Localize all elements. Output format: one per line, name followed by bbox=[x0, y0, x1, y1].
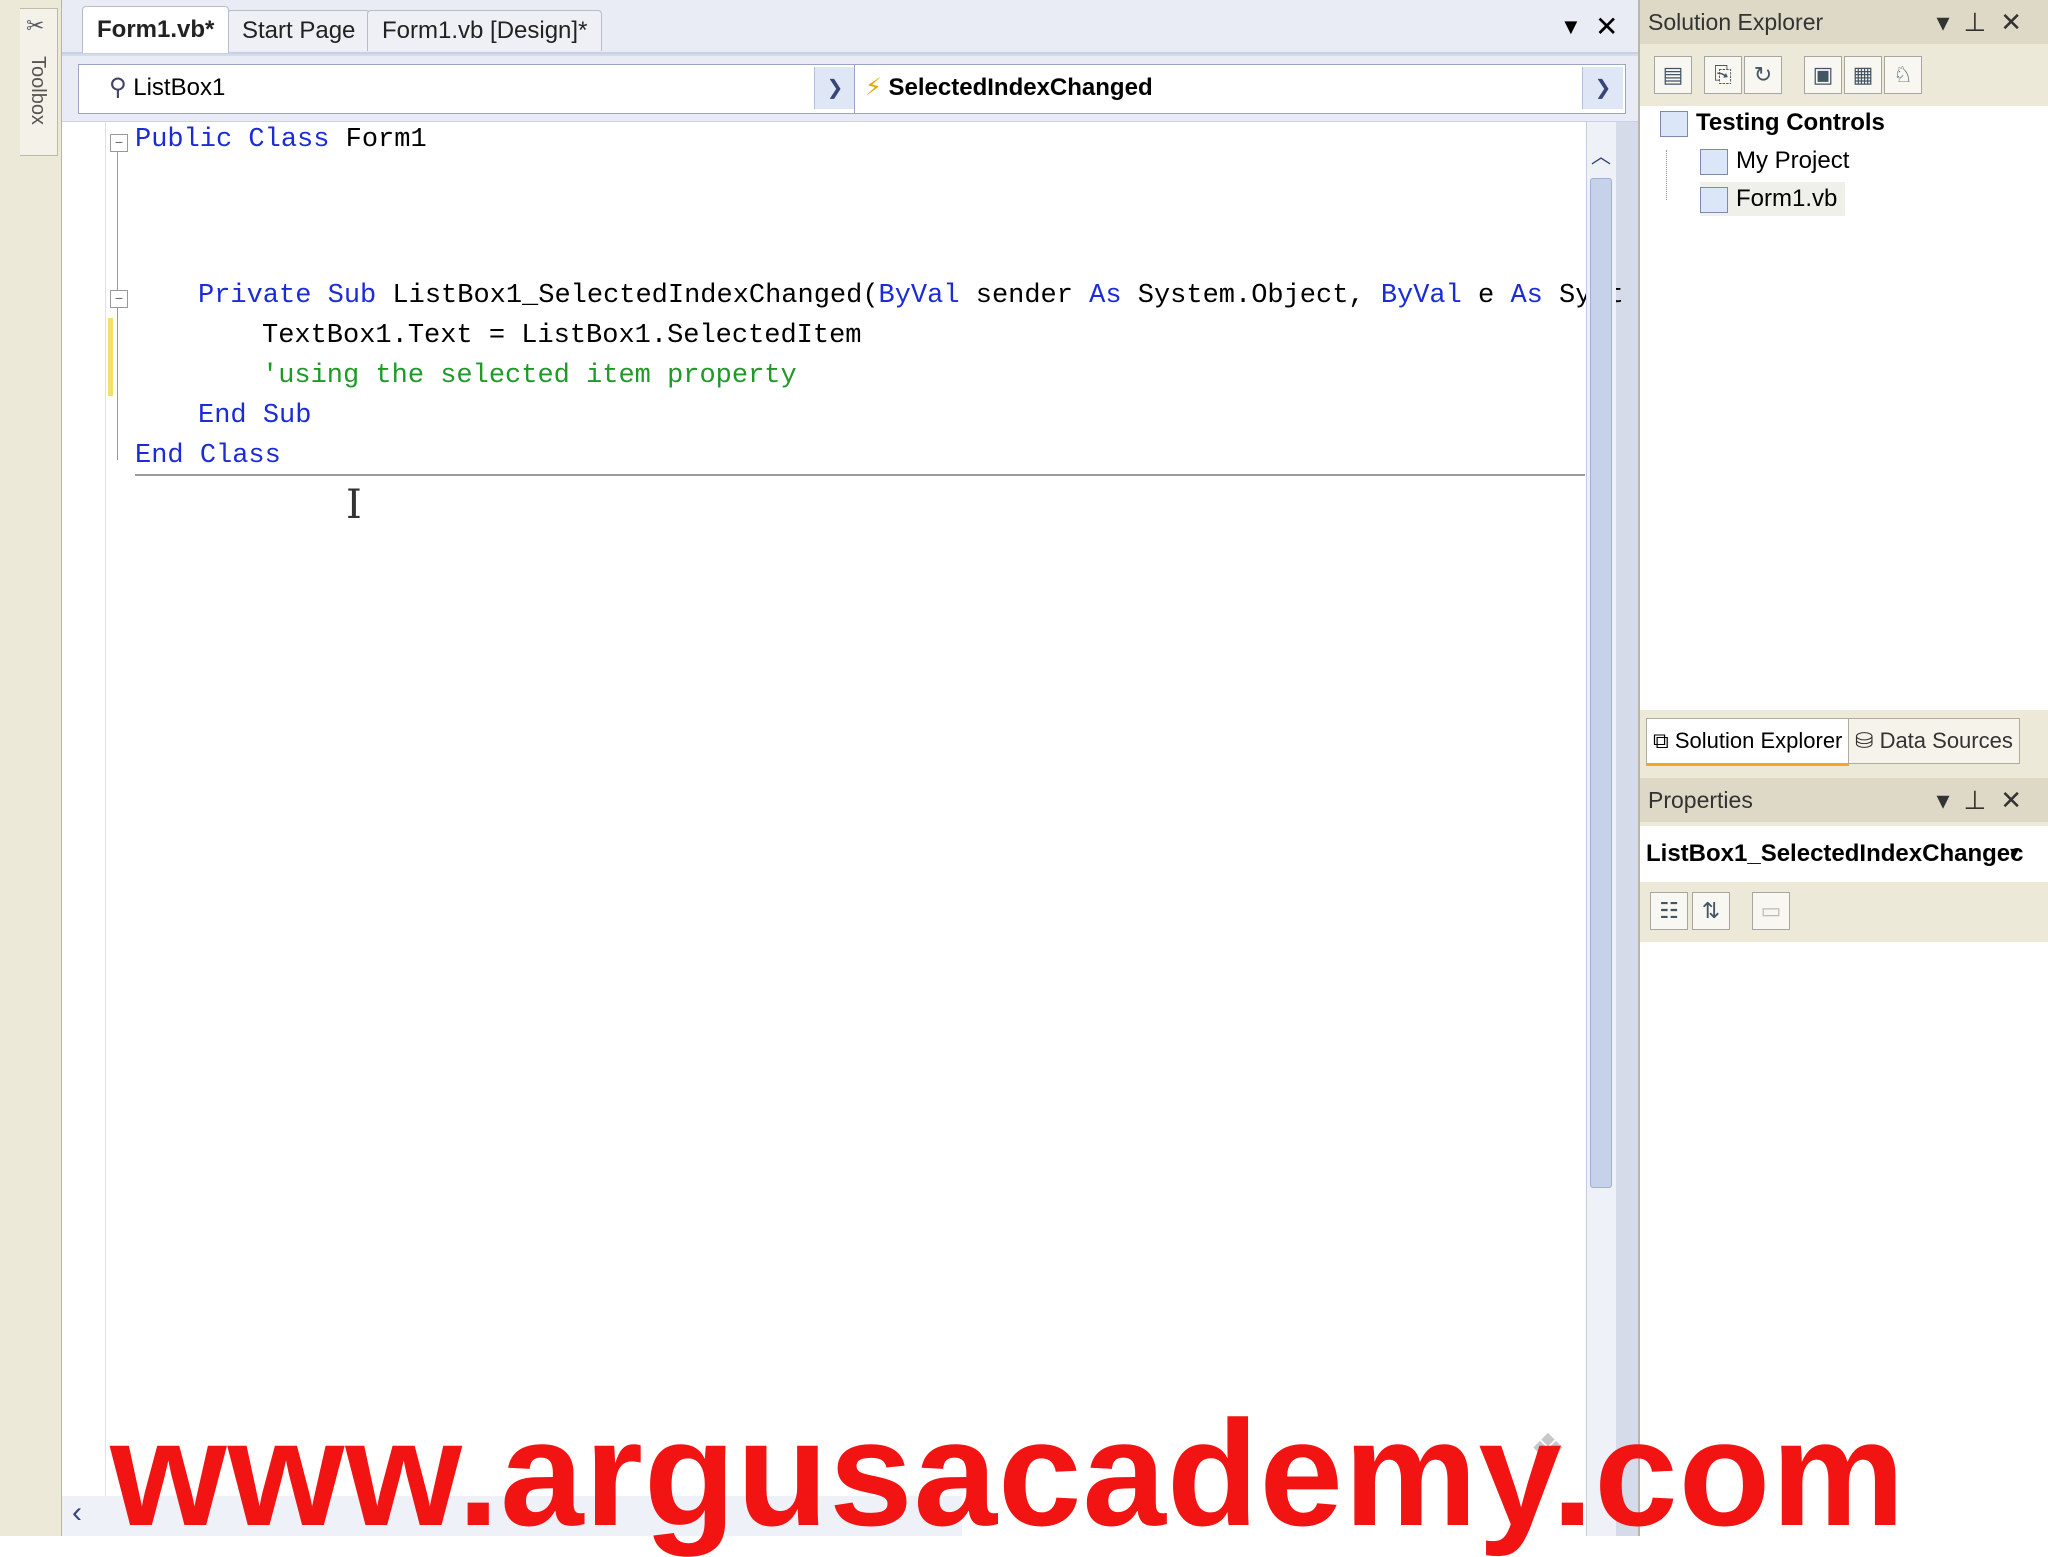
tree-line bbox=[1666, 150, 1668, 200]
close-icon[interactable]: ✕ bbox=[2000, 7, 2036, 37]
data-sources-icon: ⛁ bbox=[1855, 728, 1874, 753]
toolbox-strip bbox=[0, 0, 62, 1536]
pin-icon[interactable]: ⊥ bbox=[1964, 7, 2001, 37]
solution-explorer-icon: ⧉ bbox=[1653, 728, 1669, 753]
class-view-icon[interactable]: ♘ bbox=[1884, 56, 1922, 94]
chevron-down-icon[interactable]: ❯ bbox=[814, 67, 855, 109]
properties-object-selector[interactable]: ListBox1_SelectedIndexChangec bbox=[1640, 826, 2048, 882]
properties-icon[interactable]: ▤ bbox=[1654, 56, 1692, 94]
chevron-down-icon[interactable]: ❯ bbox=[1582, 67, 1623, 109]
event-combo-value: SelectedIndexChanged bbox=[888, 74, 1153, 101]
scroll-up-icon[interactable]: ︿ bbox=[1586, 140, 1616, 174]
my-project-icon bbox=[1700, 148, 1728, 175]
tree-root[interactable]: Testing Controls bbox=[1660, 106, 1885, 140]
tab-start-page[interactable]: Start Page bbox=[227, 10, 371, 51]
solution-explorer-toolbar: ▤ ⎘ ↻ ▣ ▦ ♘ bbox=[1640, 46, 2048, 106]
view-designer-icon[interactable]: ▦ bbox=[1844, 56, 1882, 94]
pin-icon[interactable]: ⊥ bbox=[1964, 785, 2001, 815]
dropdown-icon[interactable]: ▾ bbox=[1936, 785, 1963, 815]
scroll-left-icon[interactable]: ‹ bbox=[72, 1496, 82, 1530]
navigation-bar: ⚲ ListBox1 ❯ ⚡ SelectedIndexChanged ❯ bbox=[62, 56, 1638, 122]
tree-item-my-project[interactable]: My Project bbox=[1700, 144, 1849, 178]
scrollbar-thumb[interactable] bbox=[1590, 178, 1612, 1188]
view-code-icon[interactable]: ▣ bbox=[1804, 56, 1842, 94]
project-icon bbox=[1660, 110, 1688, 137]
properties-title: Properties bbox=[1648, 787, 1753, 813]
object-combo-value: ListBox1 bbox=[133, 74, 226, 101]
lightning-icon: ⚡ bbox=[865, 74, 882, 101]
chevron-down-icon[interactable]: ▾ bbox=[2010, 842, 2019, 863]
toolbox-label: Toolbox bbox=[27, 56, 49, 125]
toolbox-icon: ✂ bbox=[26, 13, 45, 38]
control-icon: ⚲ bbox=[109, 74, 127, 101]
solution-explorer-tabs: ⧉ Solution Explorer ⛁ Data Sources bbox=[1640, 712, 2048, 770]
tab-solution-explorer[interactable]: ⧉ Solution Explorer bbox=[1646, 718, 1850, 766]
change-indicator bbox=[108, 318, 113, 396]
property-pages-icon[interactable]: ▭ bbox=[1752, 892, 1790, 930]
editor-margin bbox=[62, 122, 106, 1536]
tab-dropdown-icon[interactable]: ▼ bbox=[1560, 14, 1582, 40]
categorized-icon[interactable]: ☷ bbox=[1650, 892, 1688, 930]
refresh-icon[interactable]: ↻ bbox=[1744, 56, 1782, 94]
solution-explorer-header: Solution Explorer ▾⊥✕ bbox=[1640, 0, 2048, 44]
end-of-code-rule bbox=[135, 474, 1585, 476]
form-file-icon bbox=[1700, 186, 1728, 213]
properties-toolbar: ☷ ⇅ ▭ bbox=[1640, 882, 2048, 942]
tab-form1-vb[interactable]: Form1.vb* bbox=[82, 6, 230, 53]
collapse-icon[interactable]: − bbox=[110, 290, 128, 308]
code-line-2: Private Sub ListBox1_SelectedIndexChange… bbox=[198, 281, 1624, 311]
properties-header: Properties ▾⊥✕ bbox=[1640, 778, 2048, 822]
code-line-3: TextBox1.Text = ListBox1.SelectedItem bbox=[262, 321, 862, 351]
tab-form1-design[interactable]: Form1.vb [Design]* bbox=[367, 10, 603, 51]
solution-explorer-title: Solution Explorer bbox=[1648, 9, 1824, 35]
text-cursor-icon: I bbox=[346, 482, 362, 528]
code-line-6: End Class bbox=[135, 441, 281, 471]
show-all-files-icon[interactable]: ⎘ bbox=[1704, 56, 1742, 94]
event-combo[interactable]: ⚡ SelectedIndexChanged ❯ bbox=[854, 64, 1626, 114]
code-line-5: End Sub bbox=[198, 401, 312, 431]
dropdown-icon[interactable]: ▾ bbox=[1936, 7, 1963, 37]
alphabetical-icon[interactable]: ⇅ bbox=[1692, 892, 1730, 930]
code-line-4: 'using the selected item property bbox=[262, 361, 797, 391]
collapse-icon[interactable]: − bbox=[110, 134, 128, 152]
tab-data-sources[interactable]: ⛁ Data Sources bbox=[1848, 718, 2020, 764]
watermark-url: www.argusacademy.com bbox=[110, 1389, 1906, 1557]
close-icon[interactable]: ✕ bbox=[1595, 10, 1618, 43]
close-icon[interactable]: ✕ bbox=[2000, 785, 2036, 815]
tree-item-form1-vb[interactable]: Form1.vb bbox=[1700, 182, 1846, 216]
document-tabstrip: Form1.vb* Start Page Form1.vb [Design]* bbox=[62, 0, 1638, 54]
code-line-1: Public Class Form1 bbox=[135, 125, 427, 155]
object-combo[interactable]: ⚲ ListBox1 ❯ bbox=[78, 64, 858, 114]
